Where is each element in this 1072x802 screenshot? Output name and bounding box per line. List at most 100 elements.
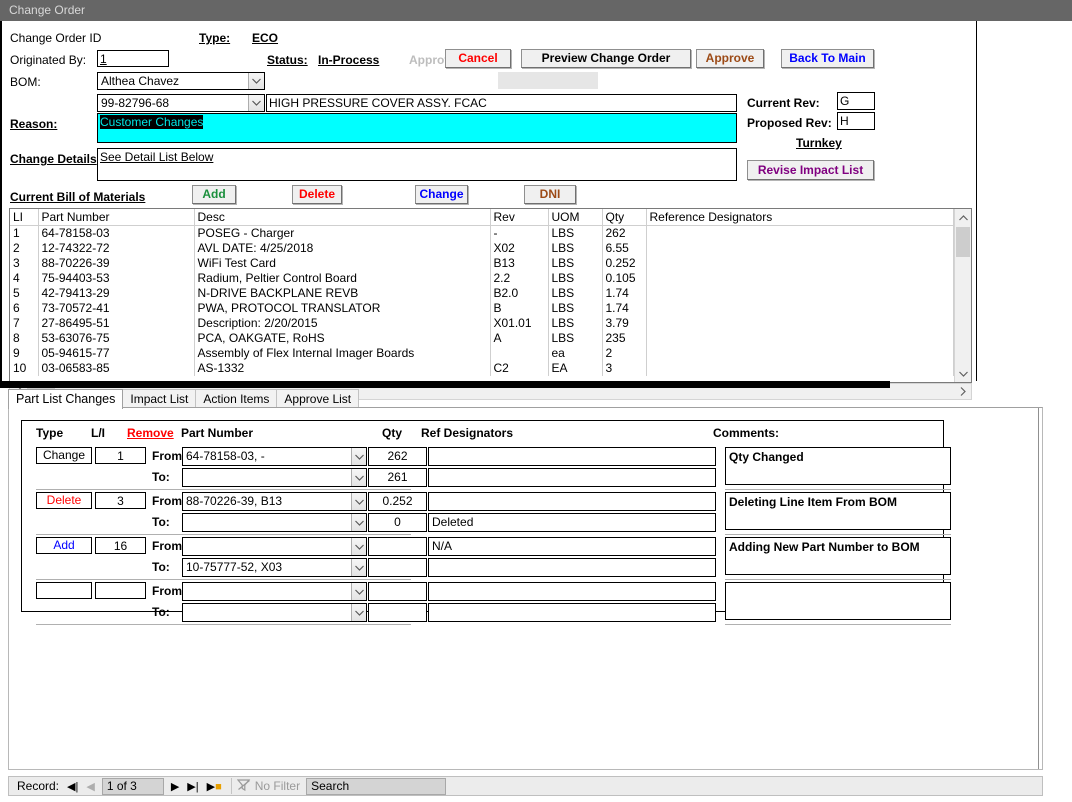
bom-cell-refdes[interactable] [646, 331, 954, 346]
tab-part-list-changes[interactable]: Part List Changes [8, 389, 123, 409]
table-row[interactable]: 853-63076-75PCA, OAKGATE, RoHSALBS235 [10, 331, 954, 346]
plc-to-refdes-input[interactable] [428, 468, 716, 487]
bom-cell-uom[interactable]: LBS [548, 241, 602, 256]
bom-cell-li[interactable]: 3 [10, 256, 38, 271]
bom-cell-refdes[interactable] [646, 301, 954, 316]
table-row[interactable]: 905-94615-77Assembly of Flex Internal Im… [10, 346, 954, 361]
plc-comment-input[interactable]: Adding New Part Number to BOM [725, 537, 951, 575]
bom-cell-rev[interactable] [490, 346, 548, 361]
bom-cell-uom[interactable]: LBS [548, 226, 602, 241]
bom-cell-li[interactable]: 5 [10, 286, 38, 301]
bom-cell-part[interactable]: 05-94615-77 [38, 346, 194, 361]
chevron-down-icon[interactable] [351, 469, 366, 486]
bom-cell-rev[interactable]: X01.01 [490, 316, 548, 331]
bom-cell-rev[interactable]: B [490, 301, 548, 316]
bom-delete-button[interactable]: Delete [292, 185, 342, 204]
chevron-down-icon[interactable] [248, 95, 264, 111]
bom-cell-refdes[interactable] [646, 241, 954, 256]
plc-to-part-combobox[interactable]: 10-75777-52, X03 [182, 558, 367, 577]
bom-cell-li[interactable]: 4 [10, 271, 38, 286]
bom-cell-qty[interactable]: 0.252 [602, 256, 646, 271]
bom-col-desc[interactable]: Desc [194, 209, 490, 226]
bom-cell-refdes[interactable] [646, 316, 954, 331]
plc-to-qty-input[interactable]: 0 [368, 513, 427, 532]
table-row[interactable]: 542-79413-29N-DRIVE BACKPLANE REVBB2.0LB… [10, 286, 954, 301]
bom-col-rev[interactable]: Rev [490, 209, 548, 226]
bom-cell-uom[interactable]: LBS [548, 301, 602, 316]
bom-cell-li[interactable]: 2 [10, 241, 38, 256]
originated-by-combobox[interactable]: Althea Chavez [97, 72, 265, 90]
back-to-main-button[interactable]: Back To Main [781, 49, 874, 68]
bom-cell-rev[interactable]: 2.2 [490, 271, 548, 286]
plc-to-qty-input[interactable]: 261 [368, 468, 427, 487]
status-value[interactable]: In-Process [318, 53, 379, 67]
bom-cell-uom[interactable]: ea [548, 346, 602, 361]
bom-col-refdes[interactable]: Reference Designators [646, 209, 954, 226]
bom-cell-qty[interactable]: 2 [602, 346, 646, 361]
current-rev-input[interactable]: G [837, 92, 875, 110]
tab-impact-list[interactable]: Impact List [122, 389, 196, 408]
chevron-down-icon[interactable] [351, 583, 366, 600]
plc-to-part-combobox[interactable] [182, 603, 367, 622]
tab-approve-list[interactable]: Approve List [276, 389, 359, 408]
plc-from-qty-input[interactable]: 0.252 [368, 492, 427, 511]
bom-cell-qty[interactable]: 3 [602, 361, 646, 376]
plc-from-refdes-input[interactable] [428, 447, 716, 466]
bom-cell-desc[interactable]: Radium, Peltier Control Board [194, 271, 490, 286]
search-input[interactable]: Search [306, 778, 446, 795]
bom-change-button[interactable]: Change [415, 185, 468, 204]
bom-cell-li[interactable]: 10 [10, 361, 38, 376]
plc-remove-link[interactable]: Remove [127, 426, 174, 440]
type-value[interactable]: ECO [252, 31, 278, 45]
scroll-right-icon[interactable] [954, 384, 971, 399]
bom-description-field[interactable]: HIGH PRESSURE COVER ASSY. FCAC [266, 94, 737, 112]
chevron-down-icon[interactable] [351, 538, 366, 555]
bom-cell-refdes[interactable] [646, 286, 954, 301]
bom-cell-uom[interactable]: LBS [548, 331, 602, 346]
bom-col-uom[interactable]: UOM [548, 209, 602, 226]
panel-vertical-scrollbar[interactable] [1038, 408, 1042, 769]
plc-to-qty-input[interactable] [368, 558, 427, 577]
plc-from-qty-input[interactable] [368, 537, 427, 556]
approve-button[interactable]: Approve [696, 49, 764, 68]
bom-cell-li[interactable]: 8 [10, 331, 38, 346]
bom-cell-rev[interactable]: A [490, 331, 548, 346]
bom-cell-refdes[interactable] [646, 256, 954, 271]
plc-from-refdes-input[interactable]: N/A [428, 537, 716, 556]
preview-change-order-button[interactable]: Preview Change Order [521, 49, 691, 68]
bom-dni-button[interactable]: DNI [524, 185, 576, 204]
bom-cell-rev[interactable]: - [490, 226, 548, 241]
plc-type-button[interactable]: Change [36, 447, 92, 464]
bom-cell-uom[interactable]: LBS [548, 286, 602, 301]
bom-combobox[interactable]: 99-82796-68 [97, 94, 265, 112]
next-record-button[interactable]: ▶ [167, 780, 183, 793]
plc-from-part-combobox[interactable]: 64-78158-03, - [182, 447, 367, 466]
bom-cell-rev[interactable]: C2 [490, 361, 548, 376]
bom-cell-part[interactable]: 42-79413-29 [38, 286, 194, 301]
plc-from-qty-input[interactable] [368, 582, 427, 601]
bom-cell-li[interactable]: 6 [10, 301, 38, 316]
table-row[interactable]: 1003-06583-85AS-1332C2EA3 [10, 361, 954, 376]
bom-cell-desc[interactable]: Description: 2/20/2015 [194, 316, 490, 331]
bom-cell-desc[interactable]: AS-1332 [194, 361, 490, 376]
plc-comment-input[interactable]: Qty Changed [725, 447, 951, 485]
bom-cell-uom[interactable]: LBS [548, 256, 602, 271]
bom-cell-refdes[interactable] [646, 226, 954, 241]
bom-add-button[interactable]: Add [192, 185, 236, 204]
record-position-input[interactable]: 1 of 3 [102, 778, 164, 795]
bom-cell-desc[interactable]: PWA, PROTOCOL TRANSLATOR [194, 301, 490, 316]
plc-li-input[interactable]: 1 [95, 447, 146, 464]
table-row[interactable]: 727-86495-51Description: 2/20/2015X01.01… [10, 316, 954, 331]
bom-cell-part[interactable]: 75-94403-53 [38, 271, 194, 286]
table-row[interactable]: 212-74322-72AVL DATE: 4/25/2018X02LBS6.5… [10, 241, 954, 256]
plc-from-part-combobox[interactable] [182, 582, 367, 601]
bom-cell-li[interactable]: 7 [10, 316, 38, 331]
bom-cell-part[interactable]: 64-78158-03 [38, 226, 194, 241]
plc-from-part-combobox[interactable]: 88-70226-39, B13 [182, 492, 367, 511]
chevron-down-icon[interactable] [248, 73, 264, 89]
cancel-button[interactable]: Cancel [445, 49, 511, 68]
chevron-down-icon[interactable] [351, 604, 366, 621]
bom-cell-desc[interactable]: WiFi Test Card [194, 256, 490, 271]
bom-cell-qty[interactable]: 6.55 [602, 241, 646, 256]
change-details-input[interactable]: See Detail List Below [97, 148, 737, 181]
